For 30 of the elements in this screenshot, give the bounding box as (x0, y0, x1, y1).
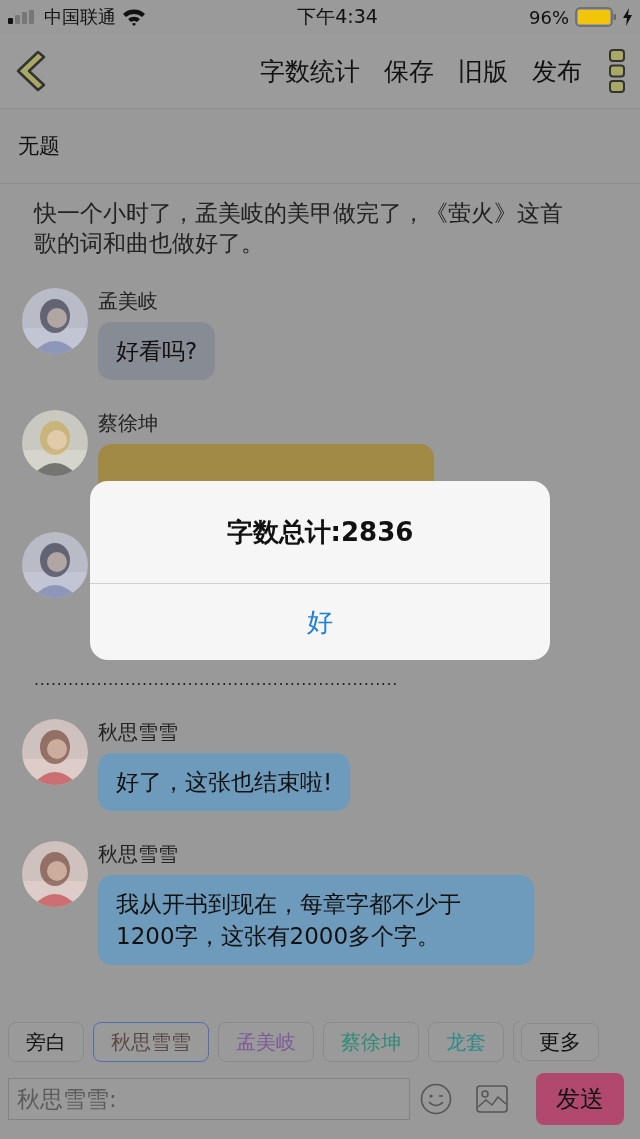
wifi-icon (122, 8, 146, 26)
battery-percent: 96% (529, 6, 569, 28)
message-bubble: 好看吗? (98, 322, 216, 380)
charging-icon (623, 8, 632, 26)
carrier-name: 中国联通 (44, 5, 116, 29)
message-bubble: 我从开书到现在，每章字都不少于1200字，这张有2000多个字。 (98, 875, 534, 965)
clock: 下午4:34 (297, 5, 378, 27)
sender-name: 蔡徐坤 (98, 410, 158, 436)
toolbar-action[interactable]: 字数统计 (248, 54, 372, 88)
toolbar-action[interactable]: 保存 (372, 54, 446, 88)
image-icon[interactable] (476, 1085, 508, 1113)
dotted-separator: ................................................................ (34, 670, 399, 689)
sender-name: 秋思雪雪 (98, 719, 178, 745)
more-button[interactable]: 更多 (521, 1023, 599, 1061)
ok-button[interactable]: 好 (90, 584, 550, 660)
narration-text: 快一个小时了，孟美岐的美甲做完了，《萤火》这首歌的词和曲也做好了。 (34, 199, 564, 258)
more-icon[interactable] (608, 48, 626, 94)
role-tab[interactable]: 旁白 (8, 1022, 84, 1062)
sender-name: 秋思雪雪 (98, 841, 178, 867)
message-bubble: 好了，这张也结束啦! (98, 753, 351, 811)
toolbar-action[interactable]: 旧版 (446, 54, 520, 88)
sender-name: 孟美岐 (98, 288, 158, 314)
document-title: 无题 (18, 133, 60, 160)
alert-title: 字数总计:2836 (226, 515, 414, 549)
toolbar-action[interactable]: 发布 (520, 54, 594, 88)
battery-icon (575, 7, 617, 27)
back-icon[interactable] (16, 50, 46, 92)
send-button[interactable]: 发送 (536, 1073, 624, 1125)
message-input[interactable]: 秋思雪雪: (8, 1078, 410, 1120)
emoji-icon[interactable] (420, 1083, 452, 1115)
